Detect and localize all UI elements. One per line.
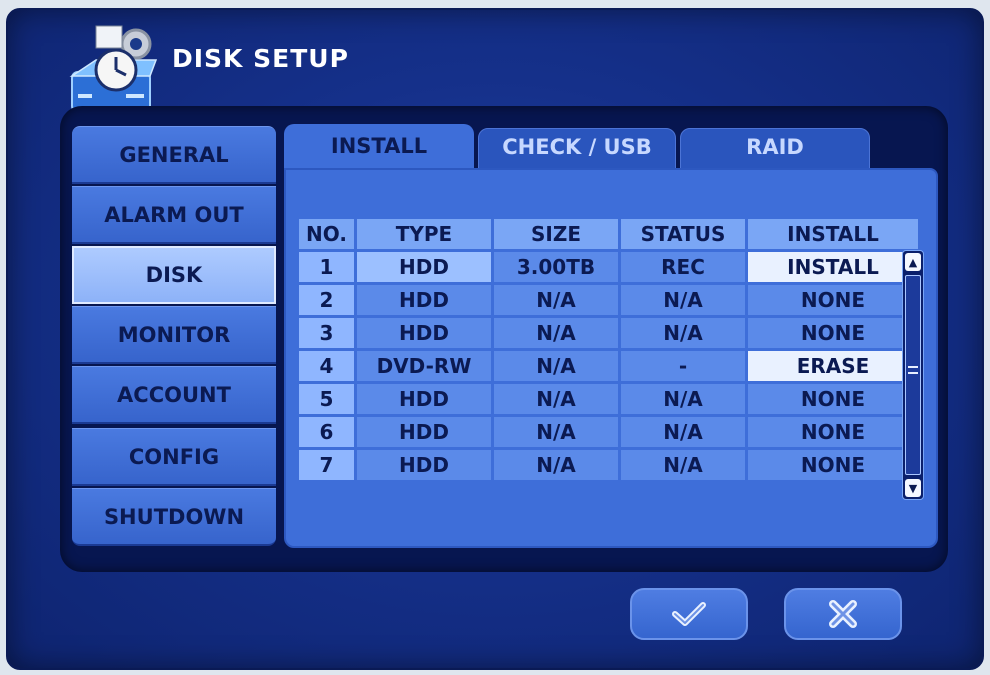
header-size: SIZE [494,219,618,249]
install-button[interactable]: INSTALL [748,252,918,282]
sidebar-item-general[interactable]: GENERAL [72,126,276,184]
table-header-row: NO. TYPE SIZE STATUS INSTALL [299,219,918,249]
row-type: DVD-RW [357,351,491,381]
header-type: TYPE [357,219,491,249]
row-status: N/A [621,384,745,414]
sidebar-item-shutdown[interactable]: SHUTDOWN [72,488,276,546]
row-status: N/A [621,450,745,480]
row-no: 2 [299,285,354,315]
table-row: 5 HDD N/A N/A NONE [299,384,918,414]
table-row: 7 HDD N/A N/A NONE [299,450,918,480]
header-install: INSTALL [748,219,918,249]
row-size: N/A [494,384,618,414]
confirm-button[interactable] [630,588,748,640]
row-type: HDD [357,318,491,348]
row-status: N/A [621,417,745,447]
row-size: 3.00TB [494,252,618,282]
row-no: 6 [299,417,354,447]
header-status: STATUS [621,219,745,249]
row-size: N/A [494,450,618,480]
table-scrollbar[interactable]: ▲ ▼ [902,250,924,500]
row-no: 1 [299,252,354,282]
row-type: HDD [357,417,491,447]
erase-button[interactable]: ERASE [748,351,918,381]
checkmark-icon [672,602,706,626]
row-type: HDD [357,450,491,480]
row-type: HDD [357,285,491,315]
scroll-up-arrow-icon[interactable]: ▲ [905,253,921,271]
install-button[interactable]: NONE [748,417,918,447]
page-title: DISK SETUP [172,44,349,73]
install-button[interactable]: NONE [748,285,918,315]
disk-clock-gear-icon [69,25,158,113]
table-row: 2 HDD N/A N/A NONE [299,285,918,315]
install-button[interactable]: NONE [748,384,918,414]
table-row: 1 HDD 3.00TB REC INSTALL [299,252,918,282]
row-type: HDD [357,252,491,282]
sidebar-item-account[interactable]: ACCOUNT [72,366,276,424]
row-status: REC [621,252,745,282]
close-x-icon [829,600,857,628]
scroll-thumb[interactable] [905,275,921,475]
scroll-down-arrow-icon[interactable]: ▼ [905,479,921,497]
row-status: N/A [621,318,745,348]
row-no: 4 [299,351,354,381]
table-row: 4 DVD-RW N/A - ERASE [299,351,918,381]
row-status: - [621,351,745,381]
install-button[interactable]: NONE [748,450,918,480]
row-size: N/A [494,417,618,447]
row-no: 7 [299,450,354,480]
row-no: 3 [299,318,354,348]
sidebar-item-config[interactable]: CONFIG [72,428,276,486]
disk-table: NO. TYPE SIZE STATUS INSTALL 1 HDD 3.00T… [296,216,921,483]
row-size: N/A [494,318,618,348]
sidebar-item-disk[interactable]: DISK [72,246,276,304]
scroll-grip-icon [908,366,918,374]
sidebar-item-alarm-out[interactable]: ALARM OUT [72,186,276,244]
row-no: 5 [299,384,354,414]
cancel-button[interactable] [784,588,902,640]
table-row: 6 HDD N/A N/A NONE [299,417,918,447]
row-size: N/A [494,285,618,315]
row-size: N/A [494,351,618,381]
table-row: 3 HDD N/A N/A NONE [299,318,918,348]
sidebar-item-monitor[interactable]: MONITOR [72,306,276,364]
row-type: HDD [357,384,491,414]
row-status: N/A [621,285,745,315]
install-button[interactable]: NONE [748,318,918,348]
header-no: NO. [299,219,354,249]
